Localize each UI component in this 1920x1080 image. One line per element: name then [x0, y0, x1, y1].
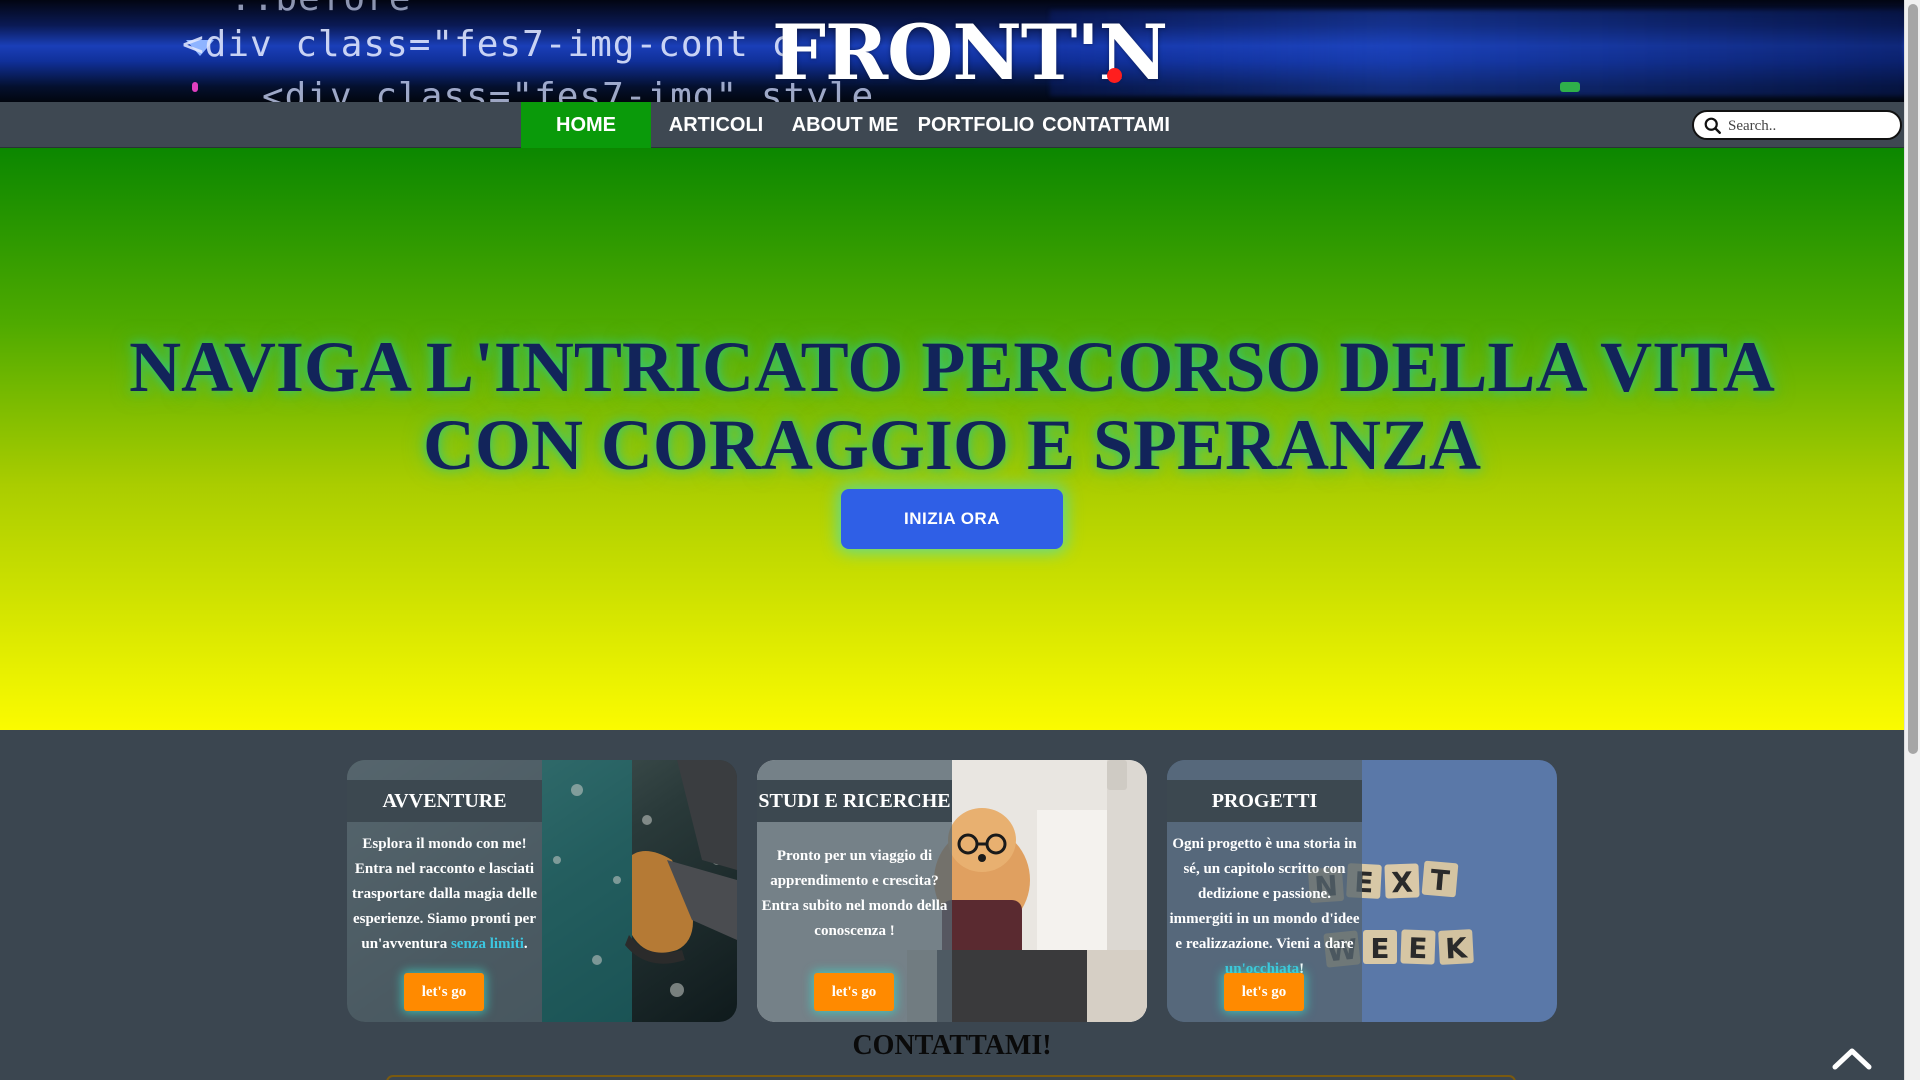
search-box[interactable] — [1692, 110, 1902, 140]
svg-text:E: E — [1408, 932, 1428, 966]
svg-text:X: X — [1391, 866, 1414, 900]
card-description: Ogni progetto è una storia in sé, un cap… — [1167, 832, 1362, 982]
contact-form-box — [386, 1075, 1516, 1080]
search-input[interactable] — [1728, 115, 1893, 137]
nav-articoli[interactable]: ARTICOLI — [652, 102, 780, 148]
hero-section: NAVIGA L'INTRICATO PERCORSO DELLA VITA C… — [0, 148, 1904, 730]
page-scrollbar[interactable] — [1904, 0, 1920, 1080]
lets-go-button[interactable]: let's go — [404, 973, 484, 1011]
main-nav: HOME ARTICOLI ABOUT ME PORTFOLIO CONTATT… — [0, 102, 1904, 148]
banner-glint — [1560, 82, 1580, 92]
card-title: AVVENTURE — [347, 780, 542, 822]
nav-about-me[interactable]: ABOUT ME — [786, 102, 904, 148]
lets-go-button[interactable]: let's go — [1224, 973, 1304, 1011]
card-text-end: . — [523, 936, 528, 952]
banner-glint — [192, 82, 198, 92]
card-title: STUDI E RICERCHE — [757, 780, 952, 822]
svg-text:T: T — [1429, 863, 1451, 898]
card-description: Pronto per un viaggio di apprendimento e… — [757, 844, 952, 944]
code-line: <div class="fes7-img-cont c — [182, 24, 795, 65]
card-highlight: senza limiti — [450, 936, 524, 952]
card-text: Pronto per un viaggio di apprendimento e… — [761, 848, 948, 939]
hero-title: NAVIGA L'INTRICATO PERCORSO DELLA VITA C… — [0, 328, 1904, 484]
back-to-top-chevron-up-icon[interactable] — [1832, 1046, 1872, 1070]
svg-text:K: K — [1444, 931, 1469, 965]
card-studi-e-ricerche: STUDI E RICERCHE Pronto per un viaggio d… — [757, 760, 1147, 1022]
logo-dot-icon — [1107, 68, 1122, 83]
code-line: ::before — [230, 0, 411, 19]
nav-home[interactable]: HOME — [521, 102, 651, 148]
header-banner: ::before <div class="fes7-img-cont c <di… — [0, 0, 1904, 102]
card-progetti: N E X T W E E K PROGETTI Ogni progetto è… — [1167, 760, 1557, 1022]
card-avventure: AVVENTURE Esplora il mondo con me! Entra… — [347, 760, 737, 1022]
hero-title-line-2: CON CORAGGIO E SPERANZA — [422, 405, 1482, 485]
inizia-ora-button[interactable]: INIZIA ORA — [841, 489, 1063, 549]
banner-blur — [1050, 10, 1904, 96]
card-text: Esplora il mondo con me! Entra nel racco… — [351, 836, 538, 952]
scrollbar-thumb[interactable] — [1908, 4, 1918, 754]
nav-contattami[interactable]: CONTATTAMI — [1038, 102, 1174, 148]
card-text: Ogni progetto è una storia in sé, un cap… — [1169, 836, 1360, 952]
card-description: Esplora il mondo con me! Entra nel racco… — [347, 832, 542, 957]
nav-portfolio[interactable]: PORTFOLIO — [914, 102, 1038, 148]
contact-title: CONTATTAMI! — [852, 1030, 1052, 1061]
search-icon — [1704, 117, 1721, 134]
card-title: PROGETTI — [1167, 780, 1362, 822]
site-logo[interactable]: FRONT'N — [772, 8, 1168, 98]
lets-go-button[interactable]: let's go — [814, 973, 894, 1011]
svg-text:E: E — [1370, 932, 1389, 965]
hero-title-line-1: NAVIGA L'INTRICATO PERCORSO DELLA VITA — [129, 327, 1775, 407]
